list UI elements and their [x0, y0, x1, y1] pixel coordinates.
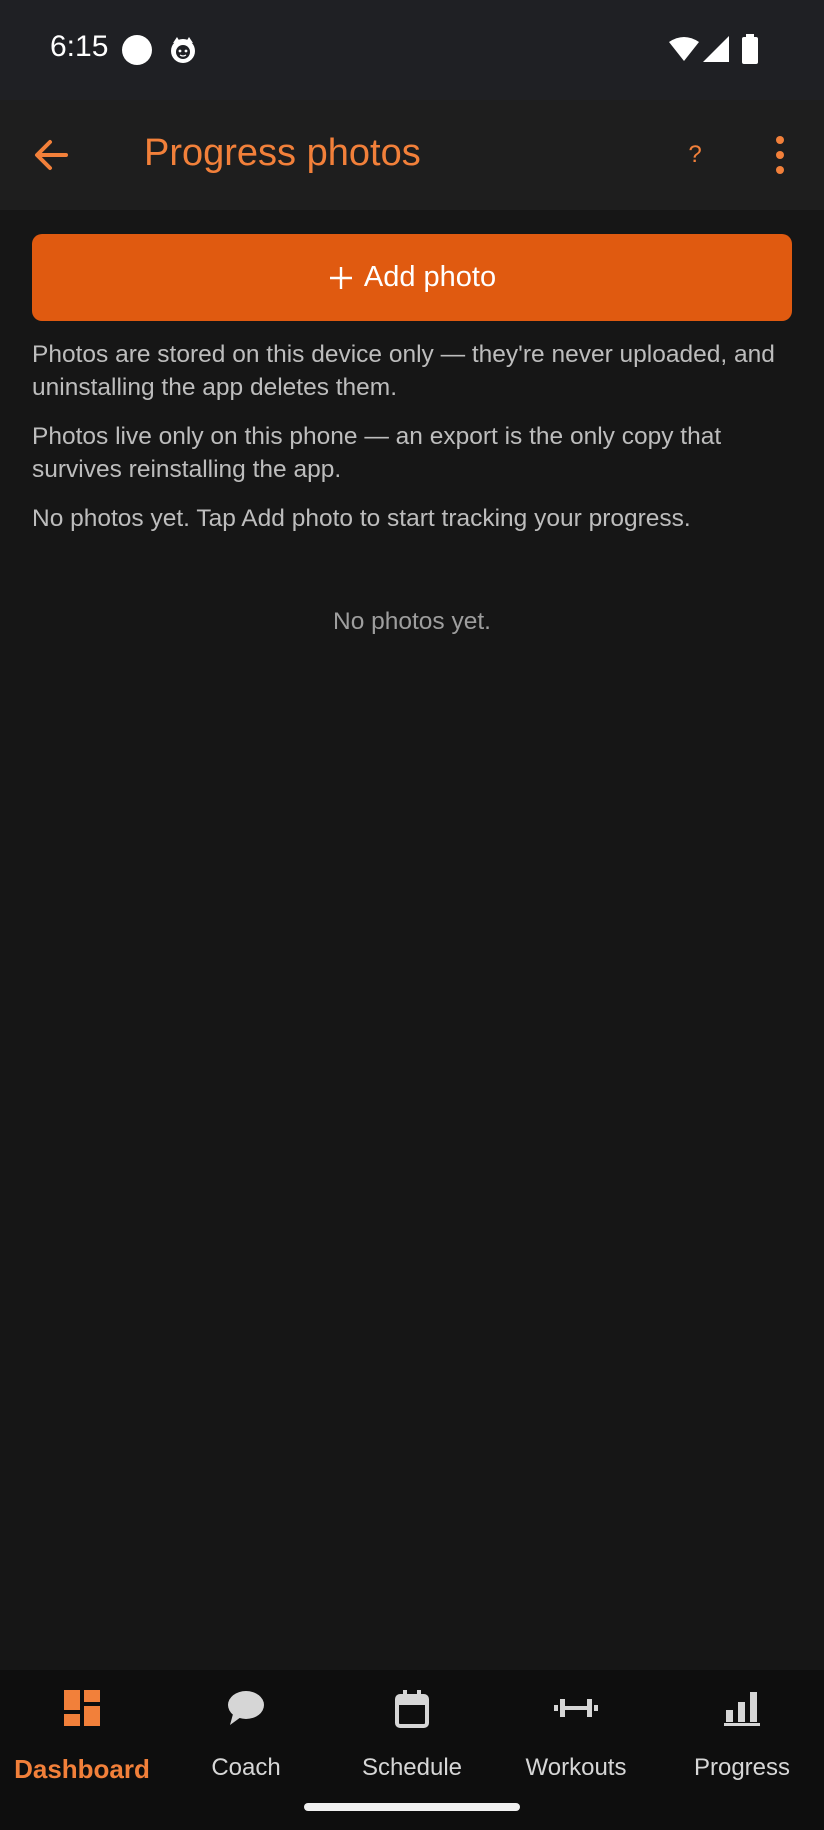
empty-state-text: No photos yet. [333, 608, 491, 635]
battery-icon [741, 34, 759, 69]
nav-label-workouts: Workouts [525, 1754, 627, 1781]
nav-item-dashboard[interactable]: Dashboard [0, 1670, 164, 1790]
add-photo-label: Add photo [363, 261, 497, 293]
dashboard-icon [64, 1690, 100, 1731]
bottom-navigation: Dashboard Coach Schedule Workouts Progre… [0, 1670, 824, 1830]
nav-label-progress: Progress [693, 1754, 791, 1781]
nav-label-schedule: Schedule [361, 1754, 463, 1781]
nav-item-workouts[interactable]: Workouts [494, 1670, 658, 1790]
add-photo-button[interactable]: Add photo [32, 234, 792, 321]
app-bar: Progress photos ? [0, 100, 824, 210]
storage-note: Photos are stored on this device only — … [32, 341, 775, 401]
chat-bubble-icon [227, 1690, 265, 1731]
plus-icon [328, 265, 354, 291]
nav-label-dashboard: Dashboard [14, 1754, 150, 1784]
empty-hint: No photos yet. Tap Add photo to start tr… [32, 505, 691, 532]
calendar-icon [395, 1690, 429, 1733]
signal-icon [703, 36, 729, 67]
bar-chart-icon [724, 1690, 760, 1731]
back-arrow-icon[interactable] [30, 133, 80, 177]
wifi-icon [668, 36, 700, 67]
export-note: Photos live only on this phone — an expo… [32, 423, 722, 483]
page-title: Progress photos [144, 132, 421, 174]
help-button[interactable]: ? [680, 138, 710, 172]
home-indicator[interactable] [304, 1803, 520, 1811]
nav-label-coach: Coach [211, 1754, 281, 1781]
nav-item-progress[interactable]: Progress [660, 1670, 824, 1790]
nav-item-coach[interactable]: Coach [164, 1670, 328, 1790]
nav-item-schedule[interactable]: Schedule [330, 1670, 494, 1790]
status-bar: 6:15 [0, 0, 824, 100]
status-time: 6:15 [50, 30, 109, 63]
notification-dot-icon [122, 35, 152, 65]
more-options-icon[interactable] [768, 133, 792, 177]
dumbbell-icon [554, 1690, 598, 1731]
cat-notification-icon [168, 35, 198, 70]
